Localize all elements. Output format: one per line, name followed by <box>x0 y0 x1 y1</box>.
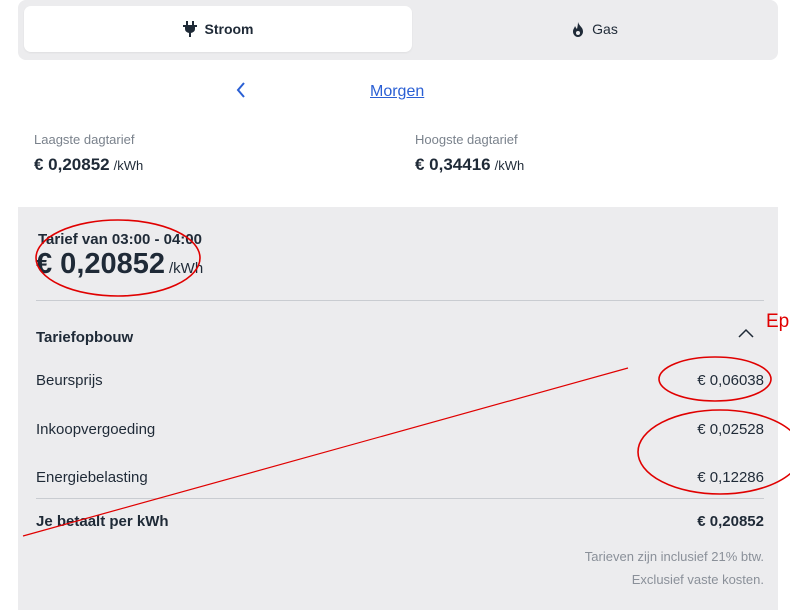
rate-price-unit: /kWh <box>169 260 204 277</box>
breakdown-row-label: Beursprijs <box>36 372 103 389</box>
breakdown-row-value: € 0,12286 <box>697 469 764 486</box>
vat-note: Tarieven zijn inclusief 21% btw. <box>584 549 764 564</box>
tab-gas-label: Gas <box>592 21 618 37</box>
plug-icon <box>182 21 197 37</box>
chevron-up-icon[interactable] <box>738 327 754 339</box>
lowest-rate-unit: /kWh <box>113 158 144 173</box>
lowest-rate-value: € 0,20852/kWh <box>34 155 143 175</box>
divider <box>36 300 764 301</box>
chevron-left-icon[interactable] <box>232 80 252 100</box>
breakdown-row-value: € 0,06038 <box>697 372 764 389</box>
highest-rate-value: € 0,34416/kWh <box>415 155 524 175</box>
breakdown-row: Inkoopvergoeding € 0,02528 <box>36 421 764 438</box>
breakdown-title: Tariefopbouw <box>36 329 134 346</box>
breakdown-row-value: € 0,02528 <box>697 421 764 438</box>
divider <box>36 498 764 499</box>
rate-detail-panel: Tarief van 03:00 - 04:00 € 0,20852/kWh T… <box>18 207 778 610</box>
lowest-rate-amount: € 0,20852 <box>34 155 110 174</box>
rate-price: € 0,20852/kWh <box>36 248 203 281</box>
period-link[interactable]: Morgen <box>370 83 424 101</box>
highest-rate-unit: /kWh <box>494 158 525 173</box>
rate-time-range: Tarief van 03:00 - 04:00 <box>38 231 202 248</box>
lowest-day-rate: Laagste dagtarief € 0,20852/kWh <box>34 132 143 175</box>
tab-gas[interactable]: Gas <box>418 6 772 52</box>
tab-stroom[interactable]: Stroom <box>24 6 412 52</box>
breakdown-header[interactable]: Tariefopbouw <box>36 327 764 346</box>
breakdown-row: Energiebelasting € 0,12286 <box>36 469 764 486</box>
rate-price-amount: € 0,20852 <box>36 248 166 280</box>
fixed-costs-note: Exclusief vaste kosten. <box>631 572 764 587</box>
total-row: Je betaalt per kWh € 0,20852 <box>36 513 764 530</box>
total-label: Je betaalt per kWh <box>36 513 169 530</box>
tab-stroom-label: Stroom <box>204 21 254 37</box>
flame-icon <box>573 21 584 37</box>
breakdown-row: Beursprijs € 0,06038 <box>36 372 764 389</box>
lowest-rate-label: Laagste dagtarief <box>34 132 135 147</box>
highest-rate-label: Hoogste dagtarief <box>415 132 518 147</box>
highest-rate-amount: € 0,34416 <box>415 155 491 174</box>
annotation-text: Ep <box>766 311 790 332</box>
highest-day-rate: Hoogste dagtarief € 0,34416/kWh <box>415 132 524 175</box>
total-value: € 0,20852 <box>697 513 764 530</box>
breakdown-row-label: Energiebelasting <box>36 469 148 486</box>
energy-type-tabs: Stroom Gas <box>18 0 778 60</box>
date-navigation: Morgen <box>0 80 790 108</box>
breakdown-row-label: Inkoopvergoeding <box>36 421 156 438</box>
